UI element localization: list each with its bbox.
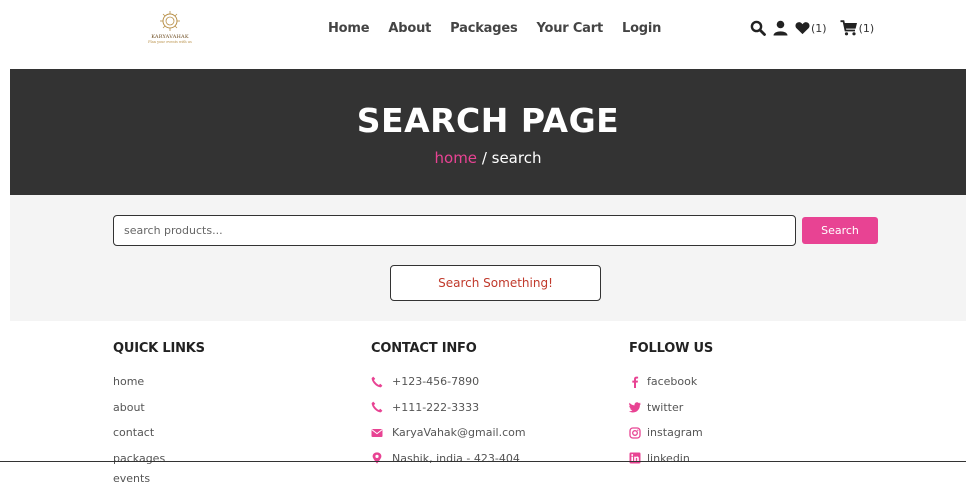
cart-count: (1) (858, 21, 875, 35)
contact-address[interactable]: Nashik, india - 423-404 (371, 446, 526, 472)
phone-icon (371, 401, 383, 413)
contact-info-heading: CONTACT INFO (371, 341, 477, 356)
page-heading-banner: SEARCH PAGE home / search (10, 69, 966, 195)
social-twitter-text: twitter (647, 400, 684, 414)
logo-emblem-icon (160, 11, 180, 31)
social-linkedin[interactable]: linkedin (629, 446, 713, 472)
quick-link-home[interactable]: home (113, 369, 205, 395)
contact-info-column: CONTACT INFO +123-456-7890 +111-222-3333… (371, 341, 526, 471)
breadcrumb-separator: / (477, 149, 492, 167)
follow-us-column: FOLLOW US facebook twitter instagram lin… (629, 341, 713, 471)
phone-icon (371, 376, 383, 388)
instagram-icon (629, 427, 641, 439)
breadcrumb-home-link[interactable]: home (435, 149, 478, 167)
wishlist-button[interactable]: (1) (795, 21, 827, 35)
social-instagram[interactable]: instagram (629, 420, 713, 446)
contact-address-text: Nashik, india - 423-404 (392, 451, 520, 465)
header-icons: (1) (1) (750, 20, 874, 36)
heart-icon (795, 22, 810, 35)
quick-link-events[interactable]: events (113, 472, 150, 484)
user-icon[interactable] (773, 20, 788, 36)
search-input[interactable] (113, 215, 796, 246)
quick-link-about[interactable]: about (113, 395, 205, 421)
map-marker-icon (372, 452, 382, 464)
nav-packages[interactable]: Packages (450, 21, 518, 36)
viewport-divider (0, 461, 966, 462)
social-twitter[interactable]: twitter (629, 395, 713, 421)
quick-link-contact[interactable]: contact (113, 420, 205, 446)
nav-about[interactable]: About (388, 21, 431, 36)
social-instagram-text: instagram (647, 426, 703, 440)
header: KARYAVAHAK Plan your events with us Home… (0, 0, 966, 68)
contact-phone-2-text: +111-222-3333 (392, 400, 480, 414)
cart-icon (840, 20, 857, 36)
facebook-icon (632, 376, 639, 388)
linkedin-icon (629, 452, 641, 464)
quick-links-heading: QUICK LINKS (113, 341, 205, 356)
breadcrumb-current: search (491, 149, 542, 167)
search-icon[interactable] (750, 20, 766, 36)
nav-login[interactable]: Login (622, 21, 661, 36)
quick-link-packages[interactable]: packages (113, 446, 205, 472)
breadcrumb: home / search (10, 149, 966, 167)
envelope-icon (371, 428, 383, 437)
search-section: Search Search Something! (10, 195, 966, 321)
contact-email-text: KaryaVahak@gmail.com (392, 426, 526, 440)
contact-phone-1[interactable]: +123-456-7890 (371, 369, 526, 395)
brand-logo[interactable]: KARYAVAHAK Plan your events with us (140, 10, 200, 52)
twitter-icon (629, 402, 641, 413)
quick-links-column: QUICK LINKS home about contact packages (113, 341, 205, 471)
footer: QUICK LINKS home about contact packages … (0, 321, 966, 484)
logo-tagline: Plan your events with us (148, 40, 192, 44)
wishlist-count: (1) (811, 21, 827, 35)
contact-phone-1-text: +123-456-7890 (392, 375, 480, 389)
follow-us-heading: FOLLOW US (629, 341, 714, 356)
main-nav: Home About Packages Your Cart Login (328, 21, 661, 36)
social-linkedin-text: linkedin (647, 451, 690, 465)
contact-email[interactable]: KaryaVahak@gmail.com (371, 420, 526, 446)
nav-home[interactable]: Home (328, 21, 370, 36)
contact-phone-2[interactable]: +111-222-3333 (371, 395, 526, 421)
social-facebook-text: facebook (647, 375, 698, 389)
nav-your-cart[interactable]: Your Cart (537, 21, 604, 36)
search-button[interactable]: Search (802, 217, 878, 244)
page-title: SEARCH PAGE (356, 101, 620, 140)
social-facebook[interactable]: facebook (629, 369, 713, 395)
empty-search-message: Search Something! (390, 265, 601, 301)
cart-button[interactable]: (1) (840, 20, 875, 36)
